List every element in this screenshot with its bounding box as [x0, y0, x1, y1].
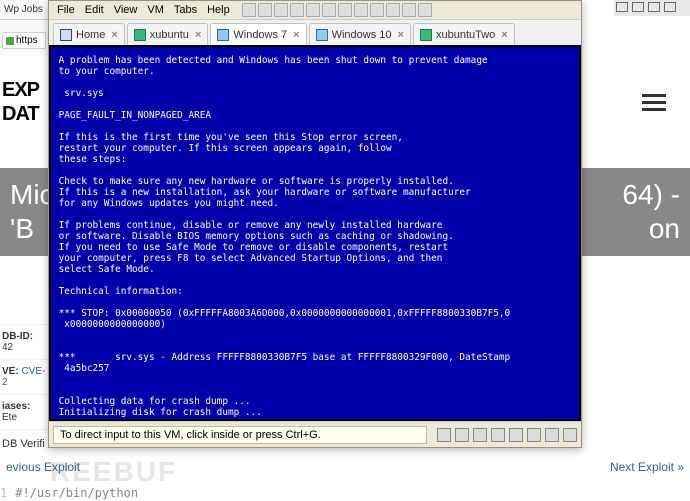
fullscreen-icon[interactable]	[338, 3, 352, 17]
suspend-icon[interactable]	[258, 3, 272, 17]
cve-label: VE:	[2, 366, 19, 377]
edb-id-value: 42	[2, 342, 13, 353]
aliases-label: iases:	[2, 401, 30, 412]
url-scheme: https	[16, 35, 38, 46]
code-line: 1 #!/usr/bin/python	[0, 486, 138, 500]
close-icon[interactable]: ×	[111, 29, 117, 41]
tab-label: Windows 7	[233, 29, 287, 41]
line-number: 1	[0, 486, 7, 500]
vm-icon	[420, 29, 432, 41]
close-icon[interactable]: ×	[293, 29, 299, 41]
menu-tabs[interactable]: Tabs	[170, 3, 201, 17]
vmware-statusbar: To direct input to this VM, click inside…	[49, 421, 581, 447]
tab-windows-7[interactable]: Windows 7 ×	[210, 23, 306, 45]
snapshot-icon[interactable]	[306, 3, 320, 17]
tab-home[interactable]: Home ×	[53, 23, 125, 45]
sound-icon[interactable]	[527, 428, 541, 442]
toolbar-icon[interactable]	[370, 3, 384, 17]
unity-icon[interactable]	[354, 3, 368, 17]
bsod-text: A problem has been detected and Windows …	[51, 47, 579, 419]
lock-icon	[6, 37, 14, 45]
edb-verified-label: DB Verifi	[0, 429, 48, 458]
cd-icon[interactable]	[455, 428, 469, 442]
hd-icon[interactable]	[437, 428, 451, 442]
exploit-nav: evious Exploit Next Exploit »	[0, 460, 690, 474]
reset-icon[interactable]	[290, 3, 304, 17]
home-icon	[60, 29, 72, 41]
code-text: #!/usr/bin/python	[15, 486, 138, 500]
vmware-window: File Edit View VM Tabs Help Home ×	[48, 0, 582, 448]
menu-view[interactable]: View	[110, 3, 142, 17]
toolbar-icon[interactable]	[616, 2, 628, 12]
power-off-icon[interactable]	[274, 3, 288, 17]
title-fragment-left2: 'B	[10, 212, 34, 246]
toolbar-icon[interactable]	[418, 3, 432, 17]
toolbar-icon[interactable]	[632, 2, 644, 12]
close-icon[interactable]: ×	[195, 29, 201, 41]
next-exploit-link[interactable]: Next Exploit »	[610, 460, 684, 474]
browser-toolbar-fragment	[614, 0, 690, 16]
browser-header-fragment: Wp Jobs https	[0, 0, 48, 56]
menu-help[interactable]: Help	[203, 3, 234, 17]
tab-label: Home	[76, 29, 105, 41]
aliases-value: Ete	[2, 412, 17, 423]
title-fragment-right2: on	[649, 212, 680, 246]
power-on-icon[interactable]	[242, 3, 256, 17]
tab-xubuntu[interactable]: xubuntu ×	[127, 23, 209, 45]
vm-guest-screen[interactable]: A problem has been detected and Windows …	[49, 45, 581, 421]
vm-input-hint: To direct input to this VM, click inside…	[53, 426, 427, 444]
toolbar-icon[interactable]	[648, 2, 660, 12]
snapshot-manager-icon[interactable]	[322, 3, 336, 17]
previous-exploit-link[interactable]: evious Exploit	[6, 460, 80, 474]
close-icon[interactable]: ×	[398, 29, 404, 41]
address-bar-fragment[interactable]: https	[2, 32, 46, 49]
vm-icon	[134, 29, 146, 41]
tab-label: xubuntuTwo	[436, 29, 495, 41]
tab-label: Windows 10	[332, 29, 392, 41]
edb-id-label: DB-ID:	[2, 331, 33, 342]
exploit-meta: DB-ID: 42 VE: CVE-2 iases: Ete DB Verifi	[0, 324, 48, 458]
vmware-tabbar: Home × xubuntu × Windows 7 × Windows 10 …	[49, 19, 581, 45]
windows-icon	[217, 29, 229, 41]
windows-icon	[316, 29, 328, 41]
title-fragment-right1: 64) -	[622, 178, 680, 212]
tab-label: xubuntu	[150, 29, 189, 41]
toolbar-icon[interactable]	[386, 3, 400, 17]
menu-vm[interactable]: VM	[143, 3, 168, 17]
menu-edit[interactable]: Edit	[81, 3, 108, 17]
tab-xubuntu-two[interactable]: xubuntuTwo ×	[413, 23, 515, 45]
usb-icon[interactable]	[509, 428, 523, 442]
close-icon[interactable]: ×	[501, 29, 507, 41]
printer-icon[interactable]	[545, 428, 559, 442]
toolbar-icon[interactable]	[664, 2, 676, 12]
bookmark-wp-jobs[interactable]: Wp Jobs	[0, 0, 48, 20]
net-icon[interactable]	[491, 428, 505, 442]
title-fragment-left1: Mic	[10, 178, 54, 212]
tab-windows-10[interactable]: Windows 10 ×	[309, 23, 411, 45]
site-logo-fragment: EXP DAT	[0, 78, 48, 138]
hamburger-menu-icon[interactable]	[642, 94, 666, 111]
toolbar-icon[interactable]	[402, 3, 416, 17]
vmware-menubar: File Edit View VM Tabs Help	[49, 1, 581, 19]
floppy-icon[interactable]	[473, 428, 487, 442]
menu-file[interactable]: File	[53, 3, 79, 17]
snapshot-indicator-icon[interactable]	[563, 428, 577, 442]
